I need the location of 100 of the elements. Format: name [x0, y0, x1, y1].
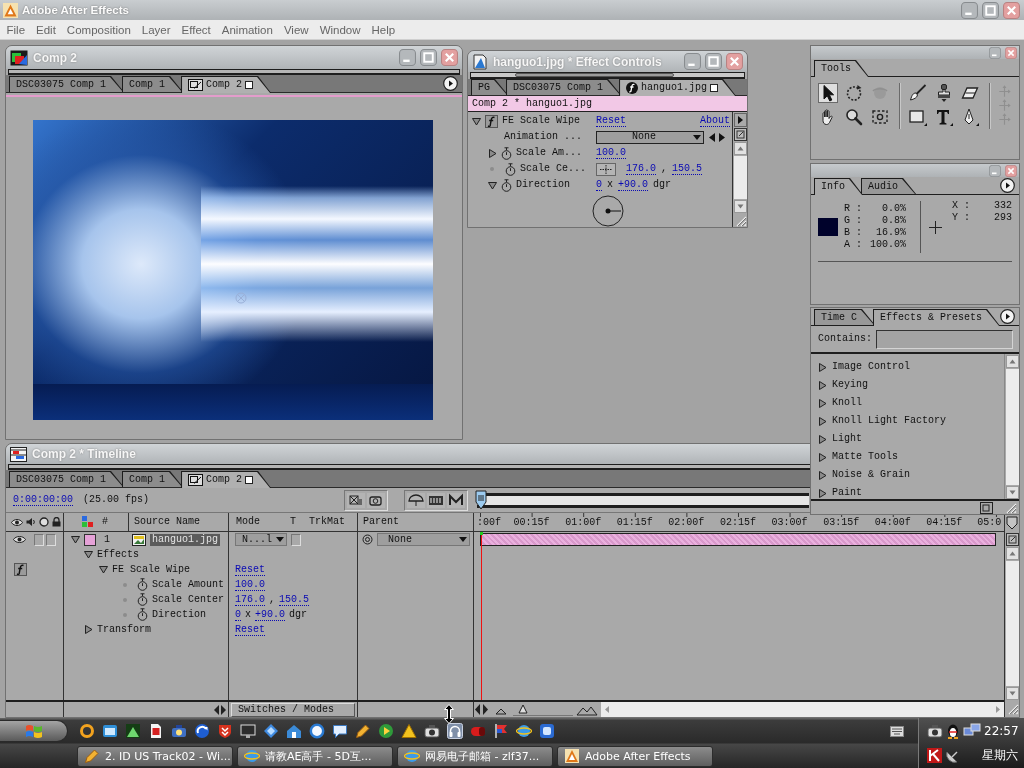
layer-duration-bar[interactable]	[480, 533, 996, 546]
about-link[interactable]: About	[700, 115, 730, 127]
menu-item[interactable]: Layer	[136, 23, 177, 36]
layer-name[interactable]: hanguo1.jpg	[150, 533, 220, 546]
brush-icon[interactable]	[908, 83, 928, 103]
scroll-down-icon[interactable]	[1005, 486, 1019, 499]
value-link[interactable]: 100.0	[235, 578, 265, 591]
scroll-down-icon[interactable]	[733, 200, 747, 213]
film-icon[interactable]	[427, 492, 445, 508]
panel-menu-button[interactable]	[443, 75, 458, 91]
tab-close-icon[interactable]	[710, 84, 719, 92]
crossed-square-icon[interactable]	[347, 492, 365, 508]
taskbar-button[interactable]: 网易电子邮箱 - zlf37...	[397, 745, 553, 767]
arrow-pair-icon[interactable]	[709, 132, 725, 142]
tab[interactable]: DSC03075 Comp 1	[9, 76, 124, 92]
panel-menu-button[interactable]	[1000, 308, 1015, 324]
frame-icon[interactable]	[733, 128, 747, 141]
rotate-icon[interactable]	[844, 83, 864, 103]
start-button[interactable]	[0, 720, 68, 742]
tab[interactable]: Audio	[861, 178, 917, 194]
effect-category[interactable]: Noise & Grain	[811, 466, 1004, 484]
twirl-icon[interactable]	[818, 416, 827, 426]
flag-icon[interactable]	[493, 723, 509, 739]
zigzag-icon[interactable]	[447, 492, 465, 508]
reset-link[interactable]: Reset	[596, 115, 626, 127]
close-button[interactable]	[1005, 46, 1017, 59]
minimize-button[interactable]	[989, 46, 1001, 59]
effect-category[interactable]: Light	[811, 430, 1004, 448]
scroll-down-icon[interactable]	[1005, 687, 1019, 700]
picture-icon[interactable]	[125, 723, 141, 739]
preset-dropdown[interactable]: None	[596, 130, 704, 144]
switch-slot[interactable]	[46, 533, 56, 546]
tab[interactable]: Info	[814, 178, 863, 195]
slider-thumb-icon[interactable]	[517, 704, 528, 714]
keyboard-icon[interactable]	[890, 725, 904, 737]
twirl-icon[interactable]	[818, 362, 827, 372]
maximize-button[interactable]	[982, 1, 999, 19]
mode-dropdown[interactable]: N...l	[235, 533, 287, 546]
network-icon[interactable]	[963, 722, 981, 739]
eye-icon[interactable]	[13, 535, 26, 544]
arrow-circle-icon[interactable]	[194, 723, 210, 739]
minimize-button[interactable]	[399, 49, 416, 66]
tab[interactable]: DSC03075 Comp 1	[9, 471, 124, 487]
taskbar-button[interactable]: 请教AE高手 - 5D互...	[237, 745, 393, 767]
play-icon[interactable]	[378, 723, 394, 739]
taskbar-button[interactable]: 2. ID US Track02 - Wi...	[77, 745, 233, 767]
pentagon-icon[interactable]	[1006, 515, 1018, 530]
navigator-handle-icon[interactable]	[475, 490, 487, 510]
double-triangle-icon[interactable]	[474, 703, 489, 716]
time-navigator[interactable]	[477, 493, 809, 508]
twirl-icon[interactable]	[818, 488, 827, 498]
tab[interactable]: Tools	[814, 60, 869, 77]
value-link[interactable]: 100.0	[596, 147, 626, 159]
value-link[interactable]: +90.0	[255, 608, 286, 621]
value-link[interactable]: 0	[235, 608, 241, 621]
frame-icon[interactable]	[1005, 533, 1019, 546]
effect-category[interactable]: Keying	[811, 376, 1004, 394]
column-header[interactable]: T	[290, 517, 297, 527]
resize-grip-icon[interactable]	[1004, 501, 1017, 514]
stopwatch-icon[interactable]	[137, 578, 148, 591]
maximize-button[interactable]	[420, 49, 437, 66]
tab[interactable]: Comp 2	[181, 471, 272, 488]
column-header[interactable]: #	[102, 517, 108, 527]
effect-switch-icon[interactable]	[485, 114, 498, 128]
document-icon[interactable]	[148, 723, 164, 739]
twirl-icon[interactable]	[488, 148, 497, 158]
column-header[interactable]: Parent	[363, 517, 399, 527]
speech-bubble-icon[interactable]	[332, 723, 348, 739]
globe-icon[interactable]	[516, 723, 532, 739]
tab[interactable]: Comp 2	[181, 76, 272, 93]
close-button[interactable]	[726, 53, 743, 70]
ring-icon[interactable]	[79, 723, 95, 739]
value-link[interactable]: Reset	[235, 563, 265, 576]
monitor-icon[interactable]	[240, 723, 256, 739]
minimize-button[interactable]	[961, 1, 978, 19]
parent-dropdown[interactable]: None	[377, 533, 470, 546]
tab[interactable]: Comp 1	[122, 76, 184, 92]
clock-time[interactable]: 22:57	[984, 723, 1019, 738]
tab[interactable]: Time C	[814, 309, 875, 325]
pencil-icon[interactable]	[355, 723, 371, 739]
twirl-icon[interactable]	[488, 180, 497, 190]
triangle-icon[interactable]	[401, 723, 417, 739]
crosshair-button[interactable]	[596, 162, 616, 176]
headphones-icon[interactable]	[447, 723, 463, 739]
column-header[interactable]: Mode	[236, 517, 260, 527]
effect-category[interactable]: Knoll Light Factory	[811, 412, 1004, 430]
menu-item[interactable]: View	[278, 23, 315, 36]
stopwatch-icon[interactable]	[505, 162, 516, 176]
value-link[interactable]: 176.0	[626, 163, 656, 175]
circle-icon[interactable]	[309, 723, 325, 739]
stopwatch-icon[interactable]	[501, 178, 512, 192]
twirl-icon[interactable]	[818, 398, 827, 408]
camera-icon[interactable]	[171, 723, 187, 739]
switches-modes-button[interactable]: Switches / Modes	[231, 702, 355, 717]
stopwatch-icon[interactable]	[137, 593, 148, 606]
twirl-icon[interactable]	[472, 116, 481, 126]
maximize-button[interactable]	[705, 53, 722, 70]
magnifier-icon[interactable]	[844, 107, 864, 127]
tile-icon[interactable]	[927, 748, 942, 763]
switch-slot[interactable]	[34, 533, 44, 546]
